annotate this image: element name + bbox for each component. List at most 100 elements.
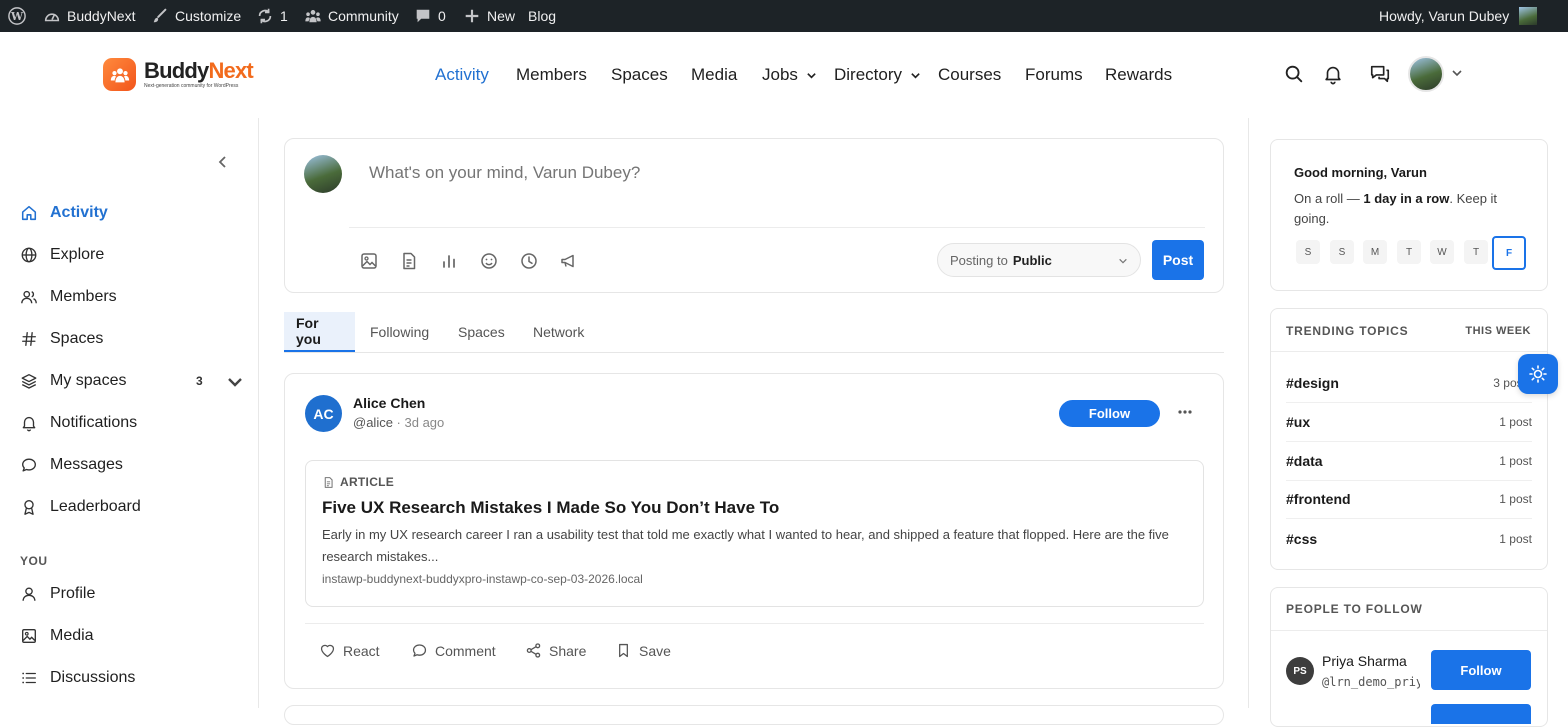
person-name[interactable]: Priya Sharma bbox=[1322, 653, 1407, 669]
sidebar-item-profile[interactable]: Profile bbox=[20, 585, 240, 603]
bell-icon[interactable] bbox=[1322, 63, 1344, 85]
comment-button[interactable]: Comment bbox=[411, 642, 496, 659]
collapse-sidebar-icon[interactable] bbox=[213, 152, 233, 172]
sidebar-item-label: Explore bbox=[50, 246, 105, 263]
chevron-down-icon[interactable] bbox=[226, 373, 244, 391]
site-logo[interactable]: BuddyNext Next-generation community for … bbox=[103, 58, 254, 91]
people-title: PEOPLE TO FOLLOW bbox=[1286, 602, 1423, 616]
follow-person-button[interactable] bbox=[1431, 704, 1531, 724]
sidebar-item-members[interactable]: Members bbox=[20, 288, 240, 306]
tab-network[interactable]: Network bbox=[521, 312, 596, 352]
nav-media-label: Media bbox=[691, 65, 738, 84]
nav-directory[interactable]: Directory bbox=[834, 64, 921, 86]
follow-author-button[interactable]: Follow bbox=[1059, 400, 1160, 427]
chevron-down-icon[interactable] bbox=[1451, 67, 1463, 79]
admin-customize[interactable]: Customize bbox=[151, 0, 241, 32]
post-author-avatar[interactable]: AC bbox=[305, 395, 342, 432]
article-preview[interactable]: ARTICLE Five UX Research Mistakes I Made… bbox=[305, 460, 1204, 607]
community-icon bbox=[305, 10, 321, 23]
topic-tag: #ux bbox=[1286, 414, 1311, 430]
nav-spaces[interactable]: Spaces bbox=[611, 64, 668, 86]
topic-tag: #frontend bbox=[1286, 491, 1351, 507]
nav-courses[interactable]: Courses bbox=[938, 64, 1001, 86]
admin-site-name[interactable]: BuddyNext bbox=[43, 0, 135, 32]
layers-icon bbox=[21, 374, 37, 389]
share-button[interactable]: Share bbox=[525, 642, 586, 659]
nav-activity[interactable]: Activity bbox=[435, 64, 489, 86]
wordpress-logo-icon[interactable]: W bbox=[8, 0, 26, 32]
add-poll-icon[interactable] bbox=[439, 251, 459, 271]
article-excerpt: Early in my UX research career I ran a u… bbox=[322, 527, 1169, 564]
nav-jobs-label: Jobs bbox=[762, 65, 798, 84]
theme-toggle-button[interactable] bbox=[1518, 354, 1558, 394]
admin-avatar bbox=[1519, 7, 1538, 25]
admin-account[interactable]: Howdy, Varun Dubey bbox=[1379, 0, 1538, 32]
user-avatar[interactable] bbox=[1408, 56, 1444, 92]
trending-topic-row[interactable]: #data 1 post bbox=[1286, 442, 1532, 481]
more-options-icon[interactable] bbox=[1177, 404, 1193, 420]
schedule-clock-icon[interactable] bbox=[519, 251, 539, 271]
post-author-name[interactable]: Alice Chen bbox=[353, 395, 425, 411]
posting-to-select[interactable]: Posting to Public bbox=[937, 243, 1141, 277]
add-photo-icon[interactable] bbox=[359, 251, 379, 271]
nav-media[interactable]: Media bbox=[691, 64, 737, 86]
article-title[interactable]: Five UX Research Mistakes I Made So You … bbox=[322, 498, 779, 518]
comment-bubble-icon bbox=[416, 9, 430, 23]
sidebar-item-my-spaces[interactable]: My spaces 3 bbox=[20, 372, 242, 390]
sidebar-item-leaderboard[interactable]: Leaderboard bbox=[20, 498, 240, 516]
article-url[interactable]: instawp-buddynext-buddyxpro-instawp-co-s… bbox=[322, 572, 643, 586]
sidebar-item-activity[interactable]: Activity bbox=[20, 204, 240, 222]
person-avatar[interactable]: PS bbox=[1286, 657, 1314, 685]
my-spaces-count-badge: 3 bbox=[196, 374, 203, 388]
post-author-handle[interactable]: @alice bbox=[353, 415, 393, 430]
sidebar-item-discussions[interactable]: Discussions bbox=[20, 669, 240, 687]
trending-topic-row[interactable]: #css 1 post bbox=[1286, 519, 1532, 558]
emoji-icon[interactable] bbox=[479, 251, 499, 271]
topic-count: 1 post bbox=[1499, 415, 1532, 429]
nav-rewards[interactable]: Rewards bbox=[1105, 64, 1172, 86]
bell-icon bbox=[22, 416, 36, 432]
admin-community[interactable]: Community bbox=[304, 0, 399, 32]
nav-forums[interactable]: Forums bbox=[1025, 64, 1083, 86]
tab-spaces[interactable]: Spaces bbox=[446, 312, 517, 352]
post-button[interactable]: Post bbox=[1152, 240, 1204, 280]
streak-day: T bbox=[1397, 240, 1421, 264]
sidebar-item-media[interactable]: Media bbox=[20, 627, 240, 645]
tab-following[interactable]: Following bbox=[358, 312, 441, 352]
widget-divider bbox=[1271, 351, 1547, 352]
admin-new[interactable]: New bbox=[463, 0, 515, 32]
topic-count: 1 post bbox=[1499, 492, 1532, 506]
list-icon bbox=[22, 672, 36, 684]
messages-icon[interactable] bbox=[1369, 63, 1391, 85]
sidebar-item-messages[interactable]: Messages bbox=[20, 456, 240, 474]
admin-comments[interactable]: 0 bbox=[414, 0, 446, 32]
admin-blog[interactable]: Blog bbox=[528, 0, 556, 32]
admin-updates[interactable]: 1 bbox=[256, 0, 288, 32]
sidebar-item-spaces[interactable]: Spaces bbox=[20, 330, 240, 348]
logo-text-next: Next bbox=[208, 58, 253, 83]
trending-topic-row[interactable]: #frontend 1 post bbox=[1286, 480, 1532, 519]
trending-topic-row[interactable]: #design 3 posts bbox=[1286, 364, 1532, 403]
nav-members[interactable]: Members bbox=[516, 64, 587, 86]
tab-for-you[interactable]: For you bbox=[284, 312, 355, 352]
sidebar-item-explore[interactable]: Explore bbox=[20, 246, 240, 264]
sidebar-item-notifications[interactable]: Notifications bbox=[20, 414, 240, 432]
save-button[interactable]: Save bbox=[615, 642, 671, 659]
sidebar-item-label: Messages bbox=[50, 456, 123, 473]
admin-site-name-label: BuddyNext bbox=[67, 8, 136, 24]
sidebar-item-label: Discussions bbox=[50, 669, 136, 686]
react-button[interactable]: React bbox=[319, 642, 380, 659]
follow-person-button[interactable]: Follow bbox=[1431, 650, 1531, 690]
logo-text-buddy: Buddy bbox=[144, 58, 209, 83]
megaphone-icon[interactable] bbox=[559, 251, 579, 271]
trending-topic-row[interactable]: #ux 1 post bbox=[1286, 403, 1532, 442]
post-timestamp[interactable]: 3d ago bbox=[405, 415, 445, 430]
site-header: BuddyNext Next-generation community for … bbox=[0, 32, 1568, 118]
add-document-icon[interactable] bbox=[399, 251, 419, 271]
nav-jobs[interactable]: Jobs bbox=[762, 64, 817, 86]
globe-icon bbox=[21, 247, 37, 263]
search-icon[interactable] bbox=[1283, 63, 1305, 85]
people-to-follow-widget: PEOPLE TO FOLLOW PS Priya Sharma @lrn_de… bbox=[1270, 587, 1548, 727]
composer-input[interactable] bbox=[369, 163, 1069, 183]
topic-tag: #data bbox=[1286, 453, 1323, 469]
